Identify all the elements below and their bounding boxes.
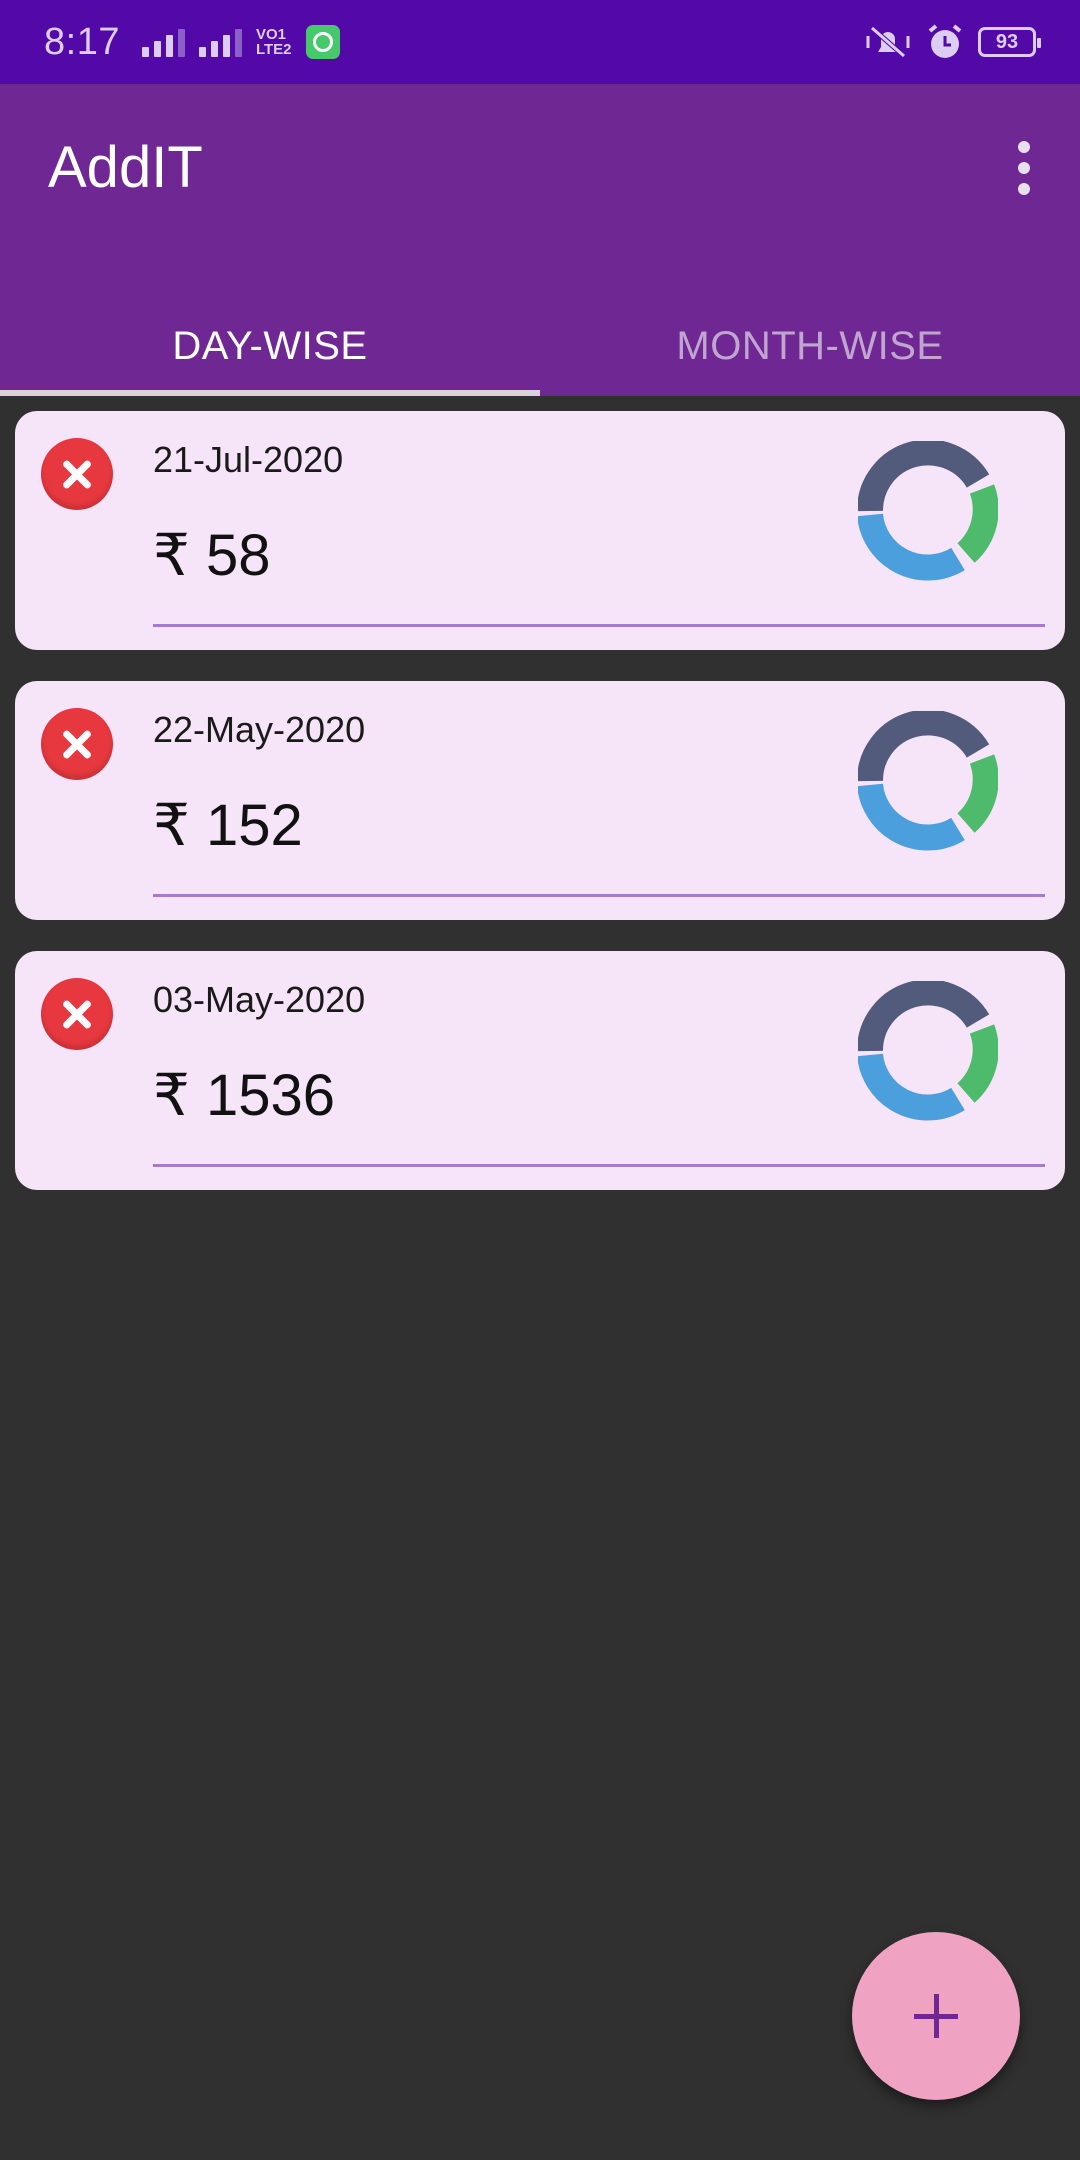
entry-amount: ₹ 1536 (153, 1063, 336, 1128)
signal-icon (198, 27, 242, 57)
alarm-icon (928, 24, 962, 58)
app-bar: AddIT DAY-WISE MONTH-WISE (0, 84, 1080, 396)
delete-icon[interactable] (41, 978, 113, 1050)
tab-indicator (0, 390, 540, 396)
tab-bar: DAY-WISE MONTH-WISE (0, 300, 1080, 396)
chart-ring-icon (858, 981, 998, 1121)
delete-icon[interactable] (41, 438, 113, 510)
tab-month-wise[interactable]: MONTH-WISE (540, 300, 1080, 396)
entry-date: 22-May-2020 (153, 709, 366, 750)
entry-list: 21-Jul-2020 ₹ 58 22-May-2020 ₹ 152 03-Ma… (15, 411, 1065, 1221)
entry-card[interactable]: 03-May-2020 ₹ 1536 (15, 951, 1065, 1190)
divider (153, 624, 1045, 627)
delete-icon[interactable] (41, 708, 113, 780)
volte-icon: VO1 LTE2 (255, 26, 292, 58)
entry-card[interactable]: 21-Jul-2020 ₹ 58 (15, 411, 1065, 650)
chart-ring-icon (858, 441, 998, 581)
divider (153, 894, 1045, 897)
entry-card[interactable]: 22-May-2020 ₹ 152 (15, 681, 1065, 920)
entry-amount: ₹ 58 (153, 523, 271, 588)
battery-icon: 93 (978, 27, 1041, 57)
more-vert-icon[interactable] (996, 132, 1052, 204)
tab-day-wise[interactable]: DAY-WISE (0, 300, 540, 396)
divider (153, 1164, 1045, 1167)
add-button[interactable] (852, 1932, 1020, 2100)
entry-date: 21-Jul-2020 (153, 439, 344, 480)
entry-amount: ₹ 152 (153, 793, 303, 858)
signal-icon (141, 27, 185, 57)
app-title: AddIT (48, 135, 203, 200)
status-bar: 8:17 VO1 LTE2 93 (0, 0, 1080, 84)
chart-ring-icon (858, 711, 998, 851)
entry-date: 03-May-2020 (153, 979, 366, 1020)
app-notification-icon (305, 25, 340, 59)
status-time: 8:17 (44, 20, 120, 63)
mute-icon (866, 26, 910, 58)
